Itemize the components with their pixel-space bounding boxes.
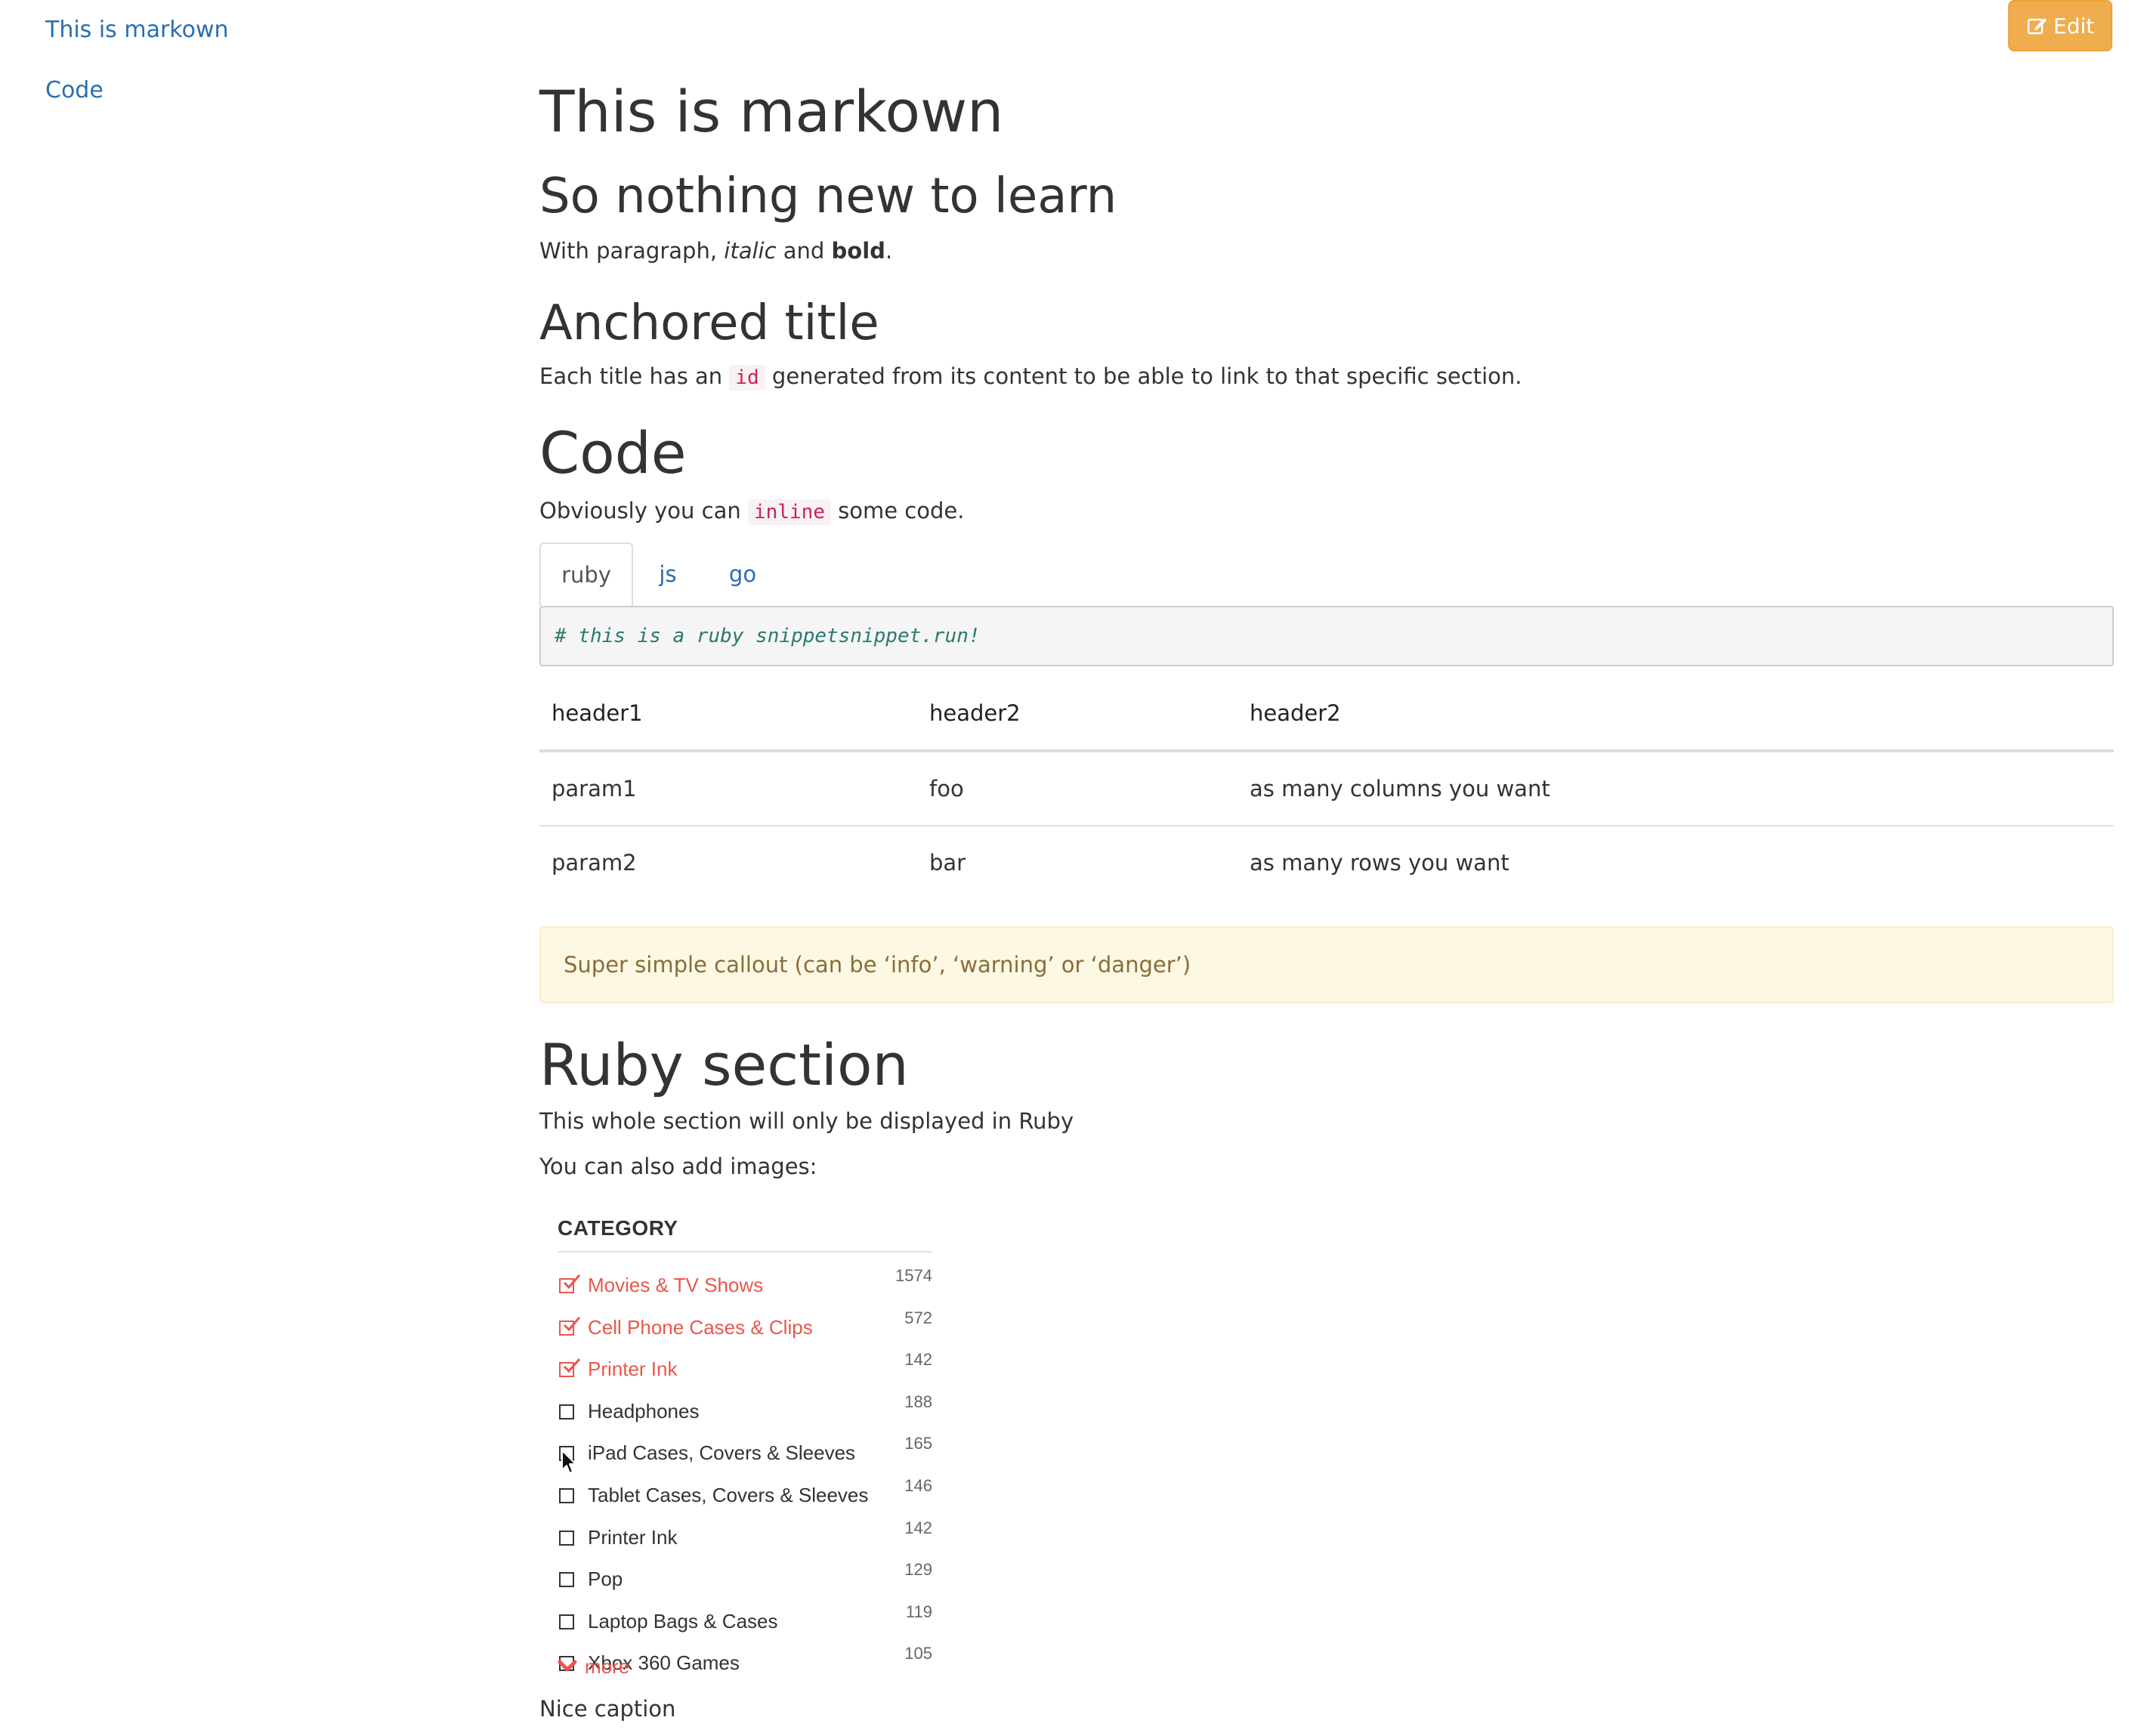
tab-js[interactable]: js [645, 542, 691, 606]
para2-text-after: generated from its content to be able to… [765, 363, 1522, 389]
checkbox-icon [559, 1404, 574, 1419]
para1-text-after: . [885, 238, 893, 264]
ruby-section-heading: Ruby section [539, 1031, 909, 1098]
inline-code-id: id [729, 365, 765, 391]
checkbox-icon [559, 1614, 574, 1629]
category-item-label: Printer Ink [588, 1525, 678, 1549]
category-item-count: 142 [904, 1350, 932, 1370]
pencil-square-icon [2027, 18, 2047, 35]
table-header-cell: header2 [917, 677, 1238, 752]
italic-text: italic [724, 238, 777, 264]
category-filter-image: CATEGORY Movies & TV Shows 1574 Cell Phone… [558, 1216, 950, 1685]
category-divider [558, 1251, 932, 1253]
table-cell: param2 [552, 850, 637, 876]
paragraph-formatting: With paragraph, italic and bold. [539, 236, 892, 266]
paragraph-images: You can also add images: [539, 1154, 817, 1179]
para3-text-after: some code. [830, 498, 965, 524]
chevron-down-icon [558, 1660, 577, 1672]
table-header-row: header1 header2 header2 [539, 677, 2114, 752]
category-item-count: 146 [904, 1476, 932, 1495]
checkmark-icon [563, 1274, 581, 1290]
table-row: param1 foo as many columns you want [539, 751, 2114, 826]
category-item-count: 129 [904, 1560, 932, 1580]
para1-text-middle: and [776, 238, 832, 264]
sidebar-item-code[interactable]: Code [45, 76, 468, 106]
code-heading: Code [539, 419, 687, 487]
category-item-label: Cell Phone Cases & Clips [588, 1315, 813, 1339]
subtitle-heading: So nothing new to learn [539, 168, 1117, 224]
category-item-count: 165 [904, 1434, 932, 1453]
category-item-label: Headphones [588, 1399, 700, 1422]
table-cell: foo [917, 751, 1238, 826]
category-item-count: 142 [904, 1518, 932, 1537]
edit-button[interactable]: Edit [2008, 0, 2112, 51]
category-title: CATEGORY [558, 1216, 678, 1240]
category-item-label: Printer Ink [588, 1358, 678, 1381]
category-item: Tablet Cases, Covers & Sleeves 146 [558, 1476, 950, 1514]
page-title: This is markown [539, 78, 1004, 145]
category-item-label: Tablet Cases, Covers & Sleeves [588, 1484, 869, 1506]
paragraph-anchored: Each title has an id generated from its … [539, 361, 1522, 393]
checkmark-icon [563, 1316, 581, 1331]
category-item-label: Laptop Bags & Cases [588, 1609, 778, 1633]
paragraph-code: Obviously you can inline some code. [539, 496, 964, 527]
category-item-label: iPad Cases, Covers & Sleeves [588, 1441, 856, 1465]
checkbox-icon [559, 1488, 574, 1503]
para3-text-before: Obviously you can [539, 498, 748, 524]
para2-text-before: Each title has an [539, 363, 730, 389]
more-label: more [585, 1654, 630, 1678]
params-table: header1 header2 header2 param1 foo as ma… [539, 677, 2114, 899]
edit-button-label: Edit [2053, 13, 2095, 39]
category-item-count: 105 [904, 1644, 932, 1663]
mouse-cursor-icon [561, 1450, 576, 1474]
category-item: Cell Phone Cases & Clips 572 [558, 1308, 950, 1346]
warning-callout: Super simple callout (can be ‘info’, ‘wa… [539, 926, 2114, 1003]
image-caption: Nice caption [539, 1696, 676, 1722]
category-item-label: Movies & TV Shows [588, 1274, 764, 1296]
table-cell: param1 [539, 751, 917, 826]
category-item-count: 188 [904, 1392, 932, 1411]
category-item: Pop 129 [558, 1560, 950, 1598]
checkmark-icon [563, 1358, 581, 1373]
checkbox-icon [559, 1530, 574, 1546]
sidebar-item-this-is-markown[interactable]: This is markown [45, 15, 468, 45]
more-link: more [558, 1651, 629, 1682]
table-header-cell: header2 [1238, 677, 2114, 752]
sidebar-nav: This is markown Code [45, 15, 468, 106]
category-item-count: 572 [904, 1308, 932, 1327]
anchored-title-heading: Anchored title [539, 295, 879, 351]
para1-text-before: With paragraph, [539, 238, 725, 264]
table-header-cell: header1 [539, 677, 917, 752]
table-cell: as many columns you want [1238, 751, 2114, 826]
tab-go[interactable]: go [716, 542, 769, 606]
category-item: Printer Ink 142 [558, 1350, 950, 1388]
tab-ruby[interactable]: ruby [539, 542, 633, 606]
table-cell: bar [929, 850, 966, 876]
table-cell: as many rows you want [1250, 850, 1509, 876]
code-language-tabs: ruby js go [539, 542, 2114, 606]
category-item-label: Pop [588, 1568, 623, 1591]
category-item: Printer Ink 142 [558, 1518, 950, 1556]
bold-text: bold [831, 238, 885, 264]
code-block: # this is a ruby snippetsnippet.run! [539, 606, 2114, 666]
category-item: Headphones 188 [558, 1392, 950, 1430]
category-item: Laptop Bags & Cases 119 [558, 1602, 950, 1640]
category-item-count: 1574 [895, 1266, 932, 1285]
inline-code-inline: inline [747, 499, 831, 525]
table-row: param2 bar as many rows you want [539, 826, 2114, 899]
checkbox-icon [559, 1572, 574, 1588]
paragraph-ruby-only: This whole section will only be displaye… [539, 1108, 1074, 1134]
category-item: Movies & TV Shows 1574 [558, 1266, 950, 1304]
category-item: iPad Cases, Covers & Sleeves 165 [558, 1434, 950, 1472]
category-item-count: 119 [905, 1602, 932, 1621]
